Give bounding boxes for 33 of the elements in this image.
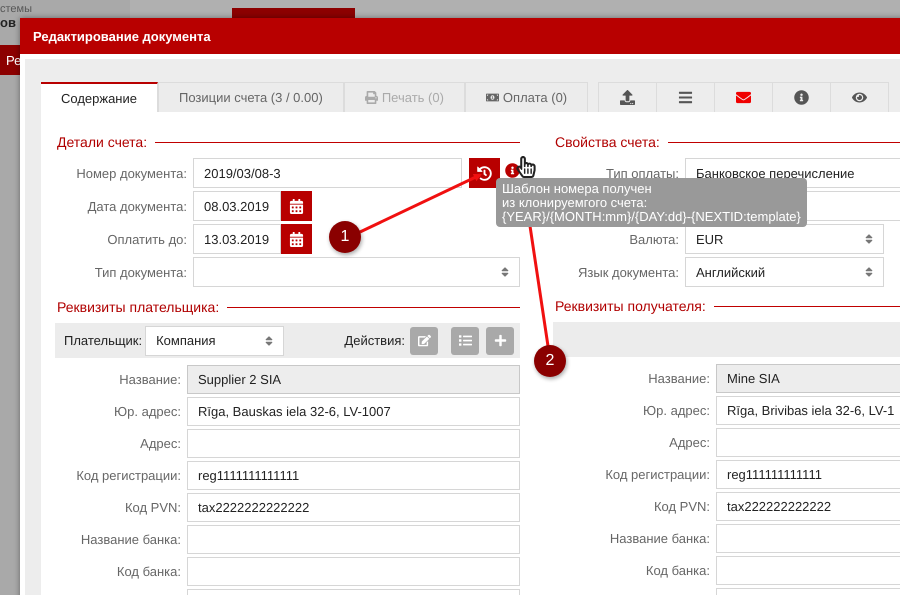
field-label: Валюта:: [628, 232, 679, 246]
payer-label: Плательщик:: [64, 333, 142, 348]
field-label: Название банка:: [80, 532, 181, 547]
field-label: Название:: [647, 371, 710, 386]
section-heading: Реквизиты получателя:: [555, 297, 706, 315]
section-heading: Реквизиты плательщика:: [57, 298, 220, 316]
field-label: Название банка:: [608, 531, 710, 546]
field-label: Тип оплаты:: [605, 166, 679, 180]
field-label: Название:: [118, 372, 181, 387]
field-label: Код PVN:: [124, 500, 181, 515]
sidebar-title: ов: [0, 15, 17, 31]
section-heading: Свойства счета:: [555, 133, 660, 151]
field-label: Юр. адрес:: [642, 403, 710, 418]
field-label: Код банка:: [644, 563, 710, 578]
field-label: Дата документа:: [86, 198, 187, 214]
field-label: Код банка:: [116, 564, 181, 579]
field-label: Адрес:: [668, 435, 710, 450]
tooltip-text: {YEAR}/{MONTH:mm}/{DAY:dd}-{NEXTID:template}: [502, 210, 801, 224]
field-label: Оплатить до:: [106, 232, 187, 246]
section-heading: Детали счета:: [57, 133, 148, 151]
tooltip-text: из клонируемгого счета:: [502, 196, 648, 210]
field-label: Код регистрации:: [604, 467, 710, 482]
sidebar-subtitle: стемы: [0, 2, 34, 15]
field-label: Номер документа:: [75, 166, 187, 180]
field-label: Код регистрации:: [75, 468, 181, 483]
field-label: Код PVN:: [652, 499, 710, 514]
dialog-title: Редактирование документа: [20, 18, 900, 54]
field-label: Тип документа:: [94, 264, 187, 280]
tooltip-text: Шаблон номера получен: [502, 182, 653, 196]
actions-label: Действия:: [344, 333, 405, 348]
field-label: Язык документа:: [577, 264, 679, 280]
field-label: Адрес:: [139, 436, 181, 451]
field-label: Юр. адрес:: [113, 404, 181, 419]
